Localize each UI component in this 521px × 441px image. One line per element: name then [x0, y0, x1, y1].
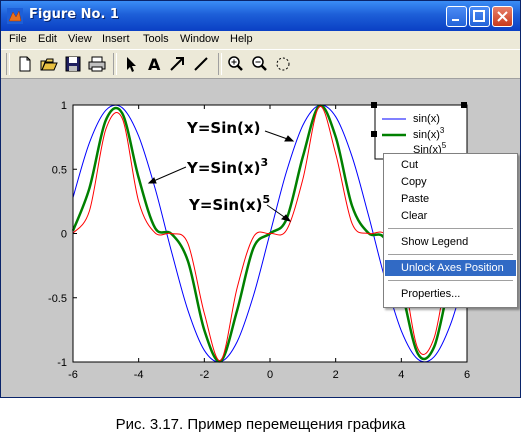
menu-separator [388, 254, 513, 255]
maximize-button[interactable] [469, 6, 490, 27]
figure-caption: Рис. 3.17. Пример перемещения графика [115, 416, 406, 433]
legend-selection-handle[interactable] [371, 102, 377, 108]
y-tick-label: 0.5 [52, 164, 67, 176]
legend-label-sinx: sin(x) [413, 113, 440, 125]
x-tick-label: 4 [398, 369, 404, 381]
select-button[interactable] [121, 54, 141, 74]
svg-text:A: A [148, 55, 161, 74]
open-button[interactable] [39, 54, 59, 74]
legend-selection-handle[interactable] [371, 131, 377, 137]
toolbar-separator [218, 53, 222, 75]
new-file-icon [19, 56, 31, 72]
insert-arrow-button[interactable] [167, 54, 187, 74]
legend[interactable]: sin(x) sin(x)3 Sin(x)5 [371, 102, 468, 160]
close-icon [497, 11, 508, 22]
context-menu: Cut Copy Paste Clear Show Legend Unlock … [383, 153, 518, 308]
x-tick-label: -6 [68, 369, 78, 381]
save-icon [65, 56, 81, 72]
menu-cut[interactable]: Cut [385, 157, 516, 173]
y-tick-label: -0.5 [48, 293, 67, 305]
zoom-out-icon [252, 56, 267, 71]
menu-tools[interactable]: Tools [143, 33, 169, 45]
select-arrow-icon [127, 57, 136, 72]
x-tick-label: 0 [267, 369, 273, 381]
minimize-icon [452, 19, 459, 21]
print-button[interactable] [87, 54, 107, 74]
menu-unlock-axes-position[interactable]: Unlock Axes Position [385, 260, 516, 276]
menu-insert[interactable]: Insert [102, 33, 130, 45]
zoom-in-button[interactable] [225, 54, 245, 74]
menu-view[interactable]: View [68, 33, 92, 45]
x-tick-label: -4 [134, 369, 144, 381]
rotate-icon [276, 57, 290, 71]
menu-properties[interactable]: Properties... [385, 286, 516, 302]
zoom-in-icon [228, 56, 243, 71]
minimize-button[interactable] [446, 6, 467, 27]
menu-paste[interactable]: Paste [385, 191, 516, 207]
menu-bar: File Edit View Insert Tools Window Help [1, 31, 520, 49]
annotation-sinx5[interactable]: Y=Sin(x)5 [188, 193, 270, 214]
open-folder-icon [40, 58, 58, 71]
toolbar-separator [113, 53, 117, 75]
menu-edit[interactable]: Edit [38, 33, 57, 45]
line-icon [194, 57, 208, 71]
arrow-icon [170, 57, 184, 71]
close-button[interactable] [492, 6, 513, 27]
x-tick-label: 2 [333, 369, 339, 381]
menu-help[interactable]: Help [230, 33, 253, 45]
text-icon: A [148, 55, 161, 74]
menu-separator [388, 280, 513, 281]
insert-text-button[interactable]: A [144, 54, 164, 74]
save-button[interactable] [63, 54, 83, 74]
menu-clear[interactable]: Clear [385, 208, 516, 224]
y-tick-label: -1 [57, 357, 67, 369]
insert-line-button[interactable] [191, 54, 211, 74]
menu-show-legend[interactable]: Show Legend [385, 234, 516, 250]
y-tick-label: 0 [61, 229, 67, 241]
rotate-button[interactable] [273, 54, 293, 74]
y-tick-label: 1 [61, 100, 67, 112]
menu-separator [388, 228, 513, 229]
print-icon [88, 56, 106, 72]
menu-window[interactable]: Window [180, 33, 219, 45]
menu-copy[interactable]: Copy [385, 174, 516, 190]
toolbar-grip [6, 53, 10, 75]
new-file-button[interactable] [15, 54, 35, 74]
annotation-sinx[interactable]: Y=Sin(x) [186, 119, 260, 137]
figure-window: Figure No. 1 File Edit View Insert Tools… [0, 0, 521, 398]
toolbar: A [1, 49, 520, 79]
annotation-sinx3[interactable]: Y=Sin(x)3 [186, 156, 268, 177]
menu-file[interactable]: File [9, 33, 27, 45]
x-tick-label: 6 [464, 369, 470, 381]
matlab-logo-icon [7, 8, 23, 24]
x-tick-label: -2 [199, 369, 209, 381]
window-title: Figure No. 1 [29, 7, 119, 22]
title-bar[interactable]: Figure No. 1 [1, 1, 520, 31]
maximize-icon [473, 10, 485, 22]
zoom-out-button[interactable] [249, 54, 269, 74]
legend-selection-handle[interactable] [461, 102, 467, 108]
